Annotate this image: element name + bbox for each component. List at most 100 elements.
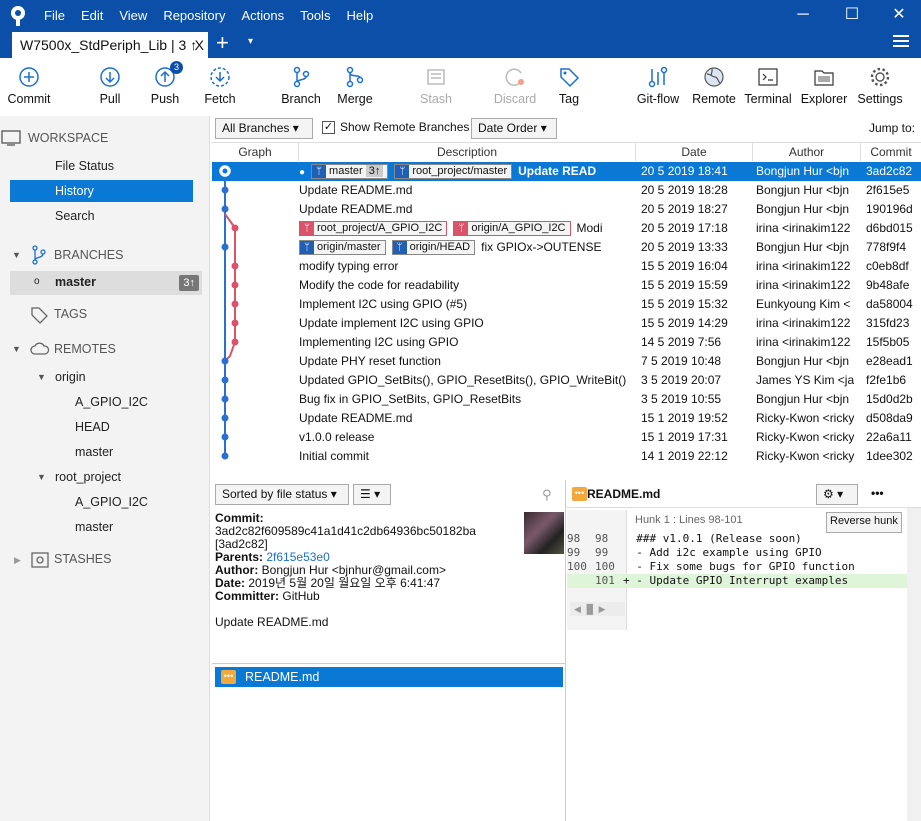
tag-button[interactable]: Tag <box>545 58 593 116</box>
remote-root-project[interactable]: root_project <box>55 466 121 488</box>
column-author[interactable]: Author <box>753 143 861 161</box>
ref-label[interactable]: ᛘ root_project/A_GPIO_I2C <box>299 221 448 237</box>
remote-branch-item[interactable]: master <box>75 441 113 463</box>
commit-row[interactable]: Initial commit 14 1 2019 22:12 Ricky-Kwo… <box>212 447 921 466</box>
menu-view[interactable]: View <box>119 8 147 23</box>
maximize-button[interactable]: ☐ <box>837 4 867 26</box>
tab-close-button[interactable]: X <box>195 37 204 53</box>
menu-help[interactable]: Help <box>346 8 373 23</box>
branch-button[interactable]: Branch <box>277 58 325 116</box>
merge-button[interactable]: Merge <box>331 58 379 116</box>
stashes-chevron-icon[interactable]: ▶ <box>14 555 21 566</box>
remote-branch-item[interactable]: A_GPIO_I2C <box>75 391 148 413</box>
remote-origin[interactable]: origin <box>55 366 86 388</box>
show-remote-checkbox[interactable]: ✓ <box>322 121 335 134</box>
branches-filter-dropdown[interactable]: All Branches ▾ <box>215 118 313 139</box>
graph-node[interactable] <box>221 376 229 384</box>
remote-branch-item[interactable]: master <box>75 516 113 538</box>
stashes-header[interactable]: STASHES <box>54 548 111 570</box>
ref-label[interactable]: ᛘ origin/A_GPIO_I2C <box>453 221 571 237</box>
graph-node[interactable] <box>221 395 229 403</box>
tab-dropdown-button[interactable]: ▾ <box>248 36 253 47</box>
origin-chevron-icon[interactable]: ▼ <box>37 372 46 382</box>
graph-node[interactable] <box>221 357 229 365</box>
sidebar-item-file-status[interactable]: File Status <box>55 155 114 177</box>
graph-node[interactable] <box>231 262 239 270</box>
sidebar-item-history[interactable]: History <box>10 180 193 202</box>
sidebar-item-master[interactable]: o master 3↑ <box>10 271 202 295</box>
root-project-chevron-icon[interactable]: ▼ <box>37 472 46 482</box>
graph-node[interactable] <box>221 414 229 422</box>
order-dropdown[interactable]: Date Order ▾ <box>471 118 557 139</box>
discard-button[interactable]: Discard <box>491 58 539 116</box>
commit-row[interactable]: ᛘ origin/master ᛘ origin/HEAD fix GPIOx->OUT… <box>212 238 921 257</box>
pull-button[interactable]: Pull <box>86 58 134 116</box>
diff-options-button[interactable]: ⚙ ▾ <box>816 484 858 505</box>
graph-node[interactable] <box>221 243 229 251</box>
gitflow-button[interactable]: Git-flow <box>634 58 682 116</box>
graph-node[interactable] <box>221 205 229 213</box>
new-tab-button[interactable]: + <box>216 30 229 56</box>
graph-node[interactable] <box>221 433 229 441</box>
ref-label[interactable]: ᛘ root_project/master <box>394 164 513 180</box>
graph-node[interactable] <box>231 224 239 232</box>
graph-node[interactable] <box>221 186 229 194</box>
menu-actions[interactable]: Actions <box>241 8 284 23</box>
terminal-button[interactable]: Terminal <box>744 58 792 116</box>
column-graph[interactable]: Graph <box>212 143 299 161</box>
parent-link[interactable]: 2f615e53e0 <box>266 550 329 564</box>
branches-header[interactable]: BRANCHES <box>54 244 123 266</box>
explorer-button[interactable]: Explorer <box>800 58 848 116</box>
horizontal-scrollbar[interactable]: ◀ ▐▌ ▶ <box>570 602 625 616</box>
changed-file-row[interactable]: ••• README.md <box>215 667 563 687</box>
remote-branch-item[interactable]: A_GPIO_I2C <box>75 491 148 513</box>
column-description[interactable]: Description <box>299 143 636 161</box>
ref-label[interactable]: ᛘ origin/HEAD <box>391 240 476 256</box>
graph-node[interactable] <box>231 319 239 327</box>
push-button[interactable]: Push 3 <box>141 58 189 116</box>
remote-branch-item[interactable]: HEAD <box>75 416 110 438</box>
commit-row[interactable]: Update README.md 20 5 2019 18:28 Bongjun… <box>212 181 921 200</box>
column-date[interactable]: Date <box>636 143 753 161</box>
remotes-header[interactable]: REMOTES <box>54 338 116 360</box>
sort-dropdown[interactable]: Sorted by file status ▾ <box>215 484 349 505</box>
commit-row[interactable]: Updated GPIO_SetBits(), GPIO_ResetBits()… <box>212 371 921 390</box>
minimize-button[interactable]: ─ <box>788 4 818 26</box>
fetch-button[interactable]: Fetch <box>196 58 244 116</box>
commit-row[interactable]: v1.0.0 release 15 1 2019 17:31 Ricky-Kwo… <box>212 428 921 447</box>
graph-node[interactable] <box>231 300 239 308</box>
graph-node[interactable] <box>231 281 239 289</box>
commit-row[interactable]: Modify the code for readability 15 5 201… <box>212 276 921 295</box>
menu-tools[interactable]: Tools <box>300 8 330 23</box>
tags-header[interactable]: TAGS <box>54 303 87 325</box>
commit-row[interactable]: Bug fix in GPIO_SetBits, GPIO_ResetBits … <box>212 390 921 409</box>
stash-button[interactable]: Stash <box>412 58 460 116</box>
jump-to-label[interactable]: Jump to: <box>869 121 915 135</box>
remote-button[interactable]: Remote <box>690 58 738 116</box>
search-icon[interactable]: ⚲ <box>542 487 552 503</box>
graph-node[interactable] <box>221 452 229 460</box>
column-commit[interactable]: Commit <box>861 143 921 161</box>
commit-row[interactable]: modify typing error 15 5 2019 16:04 irin… <box>212 257 921 276</box>
ref-label[interactable]: ᛘ origin/master <box>299 240 386 256</box>
view-mode-dropdown[interactable]: ☰ ▾ <box>353 484 391 505</box>
repo-tab[interactable]: W7500x_StdPeriph_Lib | 3 ↑ X <box>12 32 208 58</box>
vertical-scrollbar[interactable] <box>907 508 921 821</box>
more-options-button[interactable]: ••• <box>871 486 884 500</box>
branches-chevron-icon[interactable]: ▼ <box>12 250 21 260</box>
commit-row[interactable]: ● ᛘ master 3↑ ᛘ root_project/master Update RE… <box>212 162 921 181</box>
commit-row[interactable]: Implement I2C using GPIO (#5) 15 5 2019 … <box>212 295 921 314</box>
menu-file[interactable]: File <box>44 8 65 23</box>
menu-edit[interactable]: Edit <box>81 8 103 23</box>
reverse-hunk-button[interactable]: Reverse hunk <box>826 512 902 533</box>
menu-repository[interactable]: Repository <box>163 8 225 23</box>
hamburger-menu-icon[interactable] <box>893 35 909 47</box>
commit-button[interactable]: Commit <box>5 58 53 116</box>
graph-node[interactable] <box>231 338 239 346</box>
commit-row[interactable]: Update PHY reset function 7 5 2019 10:48… <box>212 352 921 371</box>
settings-button[interactable]: Settings <box>856 58 904 116</box>
commit-row[interactable]: Update README.md 20 5 2019 18:27 Bongjun… <box>212 200 921 219</box>
commit-row[interactable]: Update implement I2C using GPIO 15 5 201… <box>212 314 921 333</box>
commit-row[interactable]: ᛘ root_project/A_GPIO_I2C ᛘ origin/A_GPIO_I… <box>212 219 921 238</box>
commit-row[interactable]: Implementing I2C using GPIO 14 5 2019 7:… <box>212 333 921 352</box>
